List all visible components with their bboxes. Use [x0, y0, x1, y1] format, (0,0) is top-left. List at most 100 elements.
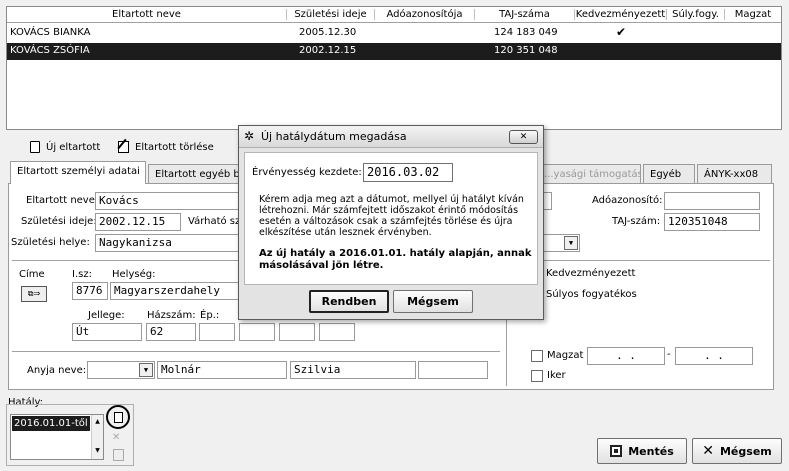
house-label: Házszám:: [147, 310, 196, 321]
birthplace-label: Születési helye:: [11, 237, 90, 248]
dialog-note-text: Az új hatály a 2016.01.01. hatály alapjá…: [259, 248, 532, 271]
cell-name: KOVÁCS BIANKA: [10, 27, 91, 38]
new-dependent-button[interactable]: Új eltartott: [30, 139, 100, 155]
dialog-titlebar[interactable]: ✲ Új hatálydátum megadása ✕: [239, 126, 543, 148]
scroll-down-icon[interactable]: ▼: [92, 447, 103, 454]
cell-birth: 2005.12.30: [299, 27, 357, 38]
door-field[interactable]: [319, 323, 355, 341]
scroll-up-icon[interactable]: ▲: [92, 418, 103, 425]
suly-label: Súlyos fogyatékos: [546, 289, 637, 300]
dialog-cancel-button[interactable]: Mégsem: [393, 290, 473, 313]
tax-field[interactable]: [664, 192, 760, 210]
cell-taj: 124 183 049: [494, 27, 558, 38]
expected-label: Várható sz: [188, 216, 241, 227]
delete-hataly-icon[interactable]: ✕: [112, 432, 124, 443]
edit-hataly-icon[interactable]: [113, 449, 124, 461]
taj-label: TAJ-szám:: [612, 216, 661, 227]
dependents-table: Eltartott neve Születési ideje Adóazonos…: [6, 6, 782, 130]
taj-field[interactable]: 120351048: [664, 213, 760, 231]
list-scrollbar[interactable]: ▲ ▼: [91, 415, 103, 459]
city-field[interactable]: Magyarszerdahely: [110, 282, 240, 300]
close-icon: ✕: [519, 132, 528, 142]
dialog-title: Új hatálydátum megadása: [261, 130, 407, 143]
birth-field[interactable]: 2002.12.15: [95, 213, 181, 231]
magzat-date-to[interactable]: . .: [675, 347, 753, 365]
stair-field[interactable]: [239, 323, 275, 341]
name-field[interactable]: Kovács: [95, 192, 240, 210]
app-icon: ✲: [244, 129, 255, 143]
mother-prefix-select[interactable]: ▼: [87, 361, 155, 379]
col-header-taj[interactable]: TAJ-száma: [475, 9, 575, 20]
col-header-suly[interactable]: Súly.fogy.: [667, 9, 725, 20]
list-item[interactable]: 2016.01.01-től: [12, 416, 90, 431]
chevron-down-icon[interactable]: ▼: [139, 363, 153, 377]
tab-anyk[interactable]: ÁNYK-xx08: [697, 164, 772, 184]
mother-firstname-field[interactable]: Szilvia: [290, 361, 416, 379]
address-label: Címe: [19, 269, 45, 280]
date-separator: -: [667, 349, 671, 360]
dialog-body: Érvényesség kezdete: 2016.03.02 Kérem ad…: [244, 152, 538, 285]
new-hataly-dialog: ✲ Új hatálydátum megadása ✕ Érvényesség …: [238, 125, 544, 320]
city-label: Helység:: [112, 269, 156, 280]
cancel-label: Mégsem: [719, 444, 772, 458]
table-row-selected[interactable]: KOVÁCS ZSÓFIA 2002.12.15 120 351 048: [7, 43, 781, 60]
col-header-kedv[interactable]: Kedvezményezett: [575, 9, 667, 20]
building-field[interactable]: [199, 323, 235, 341]
cell-name: KOVÁCS ZSÓFIA: [10, 45, 90, 56]
magzat-checkbox[interactable]: [531, 350, 543, 362]
col-header-name[interactable]: Eltartott neve: [7, 9, 287, 20]
new-dependent-label: Új eltartott: [46, 141, 101, 153]
birth-label: Születési ideje:: [21, 216, 97, 227]
cell-birth: 2002.12.15: [299, 45, 357, 56]
building-label: Ép.:: [200, 310, 220, 321]
tab-personal-data[interactable]: Eltartott személyi adatai: [10, 161, 146, 184]
birthplace-field[interactable]: Nagykanizsa: [95, 234, 240, 252]
cell-taj: 120 351 048: [494, 45, 558, 56]
address-copy-button[interactable]: ⧉⇒: [21, 286, 47, 302]
save-button[interactable]: Mentés: [597, 438, 687, 464]
dialog-close-button[interactable]: ✕: [509, 130, 538, 144]
new-document-icon: [113, 411, 123, 423]
dialog-cancel-label: Mégsem: [407, 295, 459, 308]
col-header-tax[interactable]: Adóazonosítója: [375, 9, 475, 20]
type-label: Jellege:: [88, 310, 125, 321]
tab-other[interactable]: Egyéb: [643, 164, 695, 184]
delete-dependent-button[interactable]: Eltartott törlése: [117, 138, 214, 155]
ok-button[interactable]: Rendben: [309, 290, 389, 313]
validity-start-field[interactable]: 2016.03.02: [363, 163, 453, 182]
table-header: Eltartott neve Születési ideje Adóazonos…: [7, 7, 781, 23]
type-field[interactable]: Út: [72, 323, 142, 341]
hatalyok-list[interactable]: 2016.01.01-től ▲ ▼: [10, 414, 104, 460]
copy-address-icon: ⧉⇒: [27, 289, 41, 298]
zip-field[interactable]: 8776: [72, 282, 108, 300]
iker-label: Iker: [547, 370, 566, 381]
zip-label: I.sz:: [72, 269, 92, 280]
divider: [508, 260, 770, 261]
floor-field[interactable]: [279, 323, 315, 341]
save-label: Mentés: [628, 444, 674, 458]
mother-lastname-field[interactable]: Molnár: [157, 361, 287, 379]
kedv-label: Kedvezményezett: [546, 268, 636, 279]
col-header-birth[interactable]: Születési ideje: [287, 9, 375, 20]
tax-label: Adóazonosító:: [592, 195, 663, 206]
magzat-label: Magzat: [547, 350, 584, 361]
iker-checkbox[interactable]: [531, 370, 543, 382]
save-icon: [610, 445, 623, 457]
tab-support[interactable]: ...yasági támogatás: [537, 164, 641, 184]
dialog-field-label: Érvényesség kezdete:: [252, 167, 362, 178]
table-row[interactable]: KOVÁCS BIANKA 2005.12.30 124 183 049 ✔: [7, 25, 781, 42]
magzat-date-from[interactable]: . .: [587, 347, 665, 365]
house-field[interactable]: 62: [146, 323, 196, 341]
ok-label: Rendben: [321, 295, 377, 308]
tab-other-data[interactable]: Eltartott egyéb be: [148, 164, 240, 184]
edit-delete-icon: [117, 138, 129, 153]
new-document-icon: [30, 141, 40, 153]
name-label: Eltartott neve:: [26, 195, 99, 206]
col-header-magzat[interactable]: Magzat: [725, 9, 781, 20]
chevron-down-icon[interactable]: ▼: [564, 236, 578, 250]
mother-label: Anyja neve:: [27, 365, 87, 376]
new-hataly-button[interactable]: [106, 405, 130, 429]
mother-extra-field[interactable]: [418, 361, 488, 379]
divider: [12, 351, 500, 352]
cancel-button[interactable]: ✕ Mégsem: [692, 438, 782, 464]
